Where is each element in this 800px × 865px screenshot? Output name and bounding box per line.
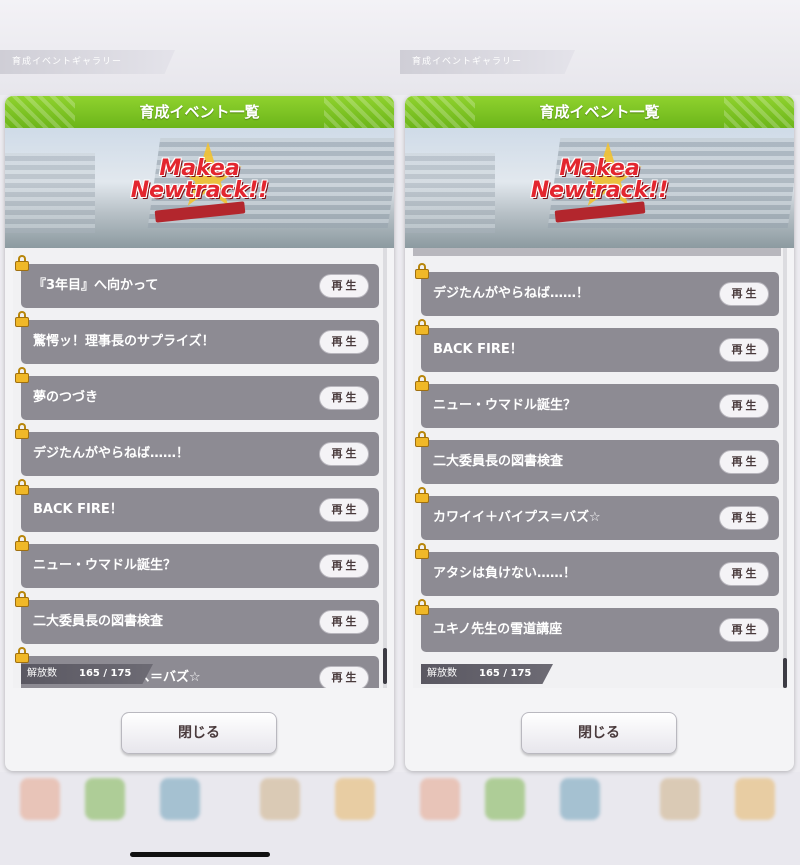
play-button[interactable]: 再生 — [319, 386, 369, 410]
menu-icon-8[interactable] — [560, 778, 600, 820]
event-title: 夢のつづき — [33, 390, 99, 405]
menu-icon-6[interactable] — [420, 778, 460, 820]
event-title: ニュー・ウマドル誕生？ — [433, 398, 577, 413]
lock-icon — [415, 487, 429, 503]
scroll-thumb[interactable] — [783, 658, 787, 688]
unlock-count: 165 / 175 — [79, 668, 132, 679]
lock-icon — [15, 311, 29, 327]
scenario-banner: Makea Newtrack!! — [5, 128, 394, 248]
unlock-count-badge: 解放数 165 / 175 — [21, 664, 153, 684]
event-title: BACK FIRE！ — [433, 342, 523, 357]
play-button[interactable]: 再生 — [719, 394, 769, 418]
lock-icon — [415, 599, 429, 615]
event-title: 二大委員長の図書検査 — [433, 454, 564, 469]
home-indicator — [130, 852, 270, 857]
event-title: カワイイ＋バイプス＝バズ☆ — [433, 510, 601, 525]
play-button[interactable]: 再生 — [319, 554, 369, 578]
list-divider — [413, 248, 781, 256]
event-list-panel-right: 育成イベント一覧 Makea Newtrack!! デジたんがやらねば……！ 再… — [405, 96, 794, 771]
lock-icon — [15, 535, 29, 551]
event-title: 『3年目』へ向かって — [33, 278, 159, 293]
close-button[interactable]: 閉じる — [121, 712, 277, 754]
menu-icon-5[interactable] — [335, 778, 375, 820]
breadcrumb-right: 育成イベントギャラリー — [400, 50, 575, 74]
list-item: BACK FIRE！ 再生 — [15, 479, 379, 532]
list-item: 驚愕ッ！理事長のサプライズ！ 再生 — [15, 311, 379, 364]
menu-icon-7[interactable] — [485, 778, 525, 820]
lock-icon — [15, 423, 29, 439]
list-item: 二大委員長の図書検査 再生 — [415, 431, 779, 484]
menu-icon-10[interactable] — [735, 778, 775, 820]
panel-header: 育成イベント一覧 — [405, 96, 794, 128]
list-item: ニュー・ウマドル誕生？ 再生 — [15, 535, 379, 588]
lock-icon — [15, 479, 29, 495]
event-title: 二大委員長の図書検査 — [33, 614, 164, 629]
list-scrollbar[interactable] — [783, 248, 787, 688]
breadcrumb-left: 育成イベントギャラリー — [0, 50, 175, 74]
play-button[interactable]: 再生 — [719, 506, 769, 530]
lock-icon — [15, 367, 29, 383]
list-item: ユキノ先生の雪道講座 再生 — [415, 599, 779, 652]
play-button[interactable]: 再生 — [319, 274, 369, 298]
list-item: 『3年目』へ向かって 再生 — [15, 255, 379, 308]
logo-ribbon — [554, 201, 645, 223]
lock-icon — [15, 591, 29, 607]
event-title: BACK FIRE！ — [33, 502, 123, 517]
menu-icon-2[interactable] — [85, 778, 125, 820]
event-list-panel-left: 育成イベント一覧 Makea Newtrack!! 『3年目』へ向かって 再生 … — [5, 96, 394, 771]
play-button[interactable]: 再生 — [319, 498, 369, 522]
list-item: カワイイ＋バイプス＝バズ☆ 再生 — [415, 487, 779, 540]
event-title: デジたんがやらねば……！ — [433, 286, 590, 301]
list-item: 二大委員長の図書検査 再生 — [15, 591, 379, 644]
unlock-count-badge: 解放数 165 / 175 — [421, 664, 553, 684]
list-item: 夢のつづき 再生 — [15, 367, 379, 420]
list-scrollbar[interactable] — [383, 248, 387, 688]
lock-icon — [415, 375, 429, 391]
list-item: デジたんがやらねば……！ 再生 — [15, 423, 379, 476]
event-title: 驚愕ッ！理事長のサプライズ！ — [33, 334, 215, 349]
unlock-label: 解放数 — [27, 668, 57, 679]
play-button[interactable]: 再生 — [319, 442, 369, 466]
lock-icon — [415, 431, 429, 447]
lock-icon — [415, 263, 429, 279]
lock-icon — [415, 543, 429, 559]
play-button[interactable]: 再生 — [719, 282, 769, 306]
list-item: ニュー・ウマドル誕生？ 再生 — [415, 375, 779, 428]
background-top — [0, 0, 800, 95]
event-title: ニュー・ウマドル誕生？ — [33, 558, 177, 573]
unlock-label: 解放数 — [427, 668, 457, 679]
menu-icon-3[interactable] — [160, 778, 200, 820]
event-title: ユキノ先生の雪道講座 — [433, 622, 563, 637]
menu-icon-4[interactable] — [260, 778, 300, 820]
list-item: BACK FIRE！ 再生 — [415, 319, 779, 372]
menu-icon-9[interactable] — [660, 778, 700, 820]
event-list[interactable]: デジたんがやらねば……！ 再生 BACK FIRE！ 再生 ニュー・ウマドル誕生… — [413, 248, 787, 688]
panel-title: 育成イベント一覧 — [539, 103, 660, 121]
play-button[interactable]: 再生 — [719, 338, 769, 362]
event-title: デジたんがやらねば……！ — [33, 446, 190, 461]
play-button[interactable]: 再生 — [319, 610, 369, 634]
logo-ribbon — [154, 201, 245, 223]
scenario-logo: Makea Newtrack!! — [527, 142, 672, 228]
panel-header: 育成イベント一覧 — [5, 96, 394, 128]
panel-title: 育成イベント一覧 — [139, 103, 260, 121]
close-button[interactable]: 閉じる — [521, 712, 677, 754]
menu-icon-1[interactable] — [20, 778, 60, 820]
play-button[interactable]: 再生 — [719, 450, 769, 474]
list-item: アタシは負けない……！ 再生 — [415, 543, 779, 596]
scenario-banner: Makea Newtrack!! — [405, 128, 794, 248]
lock-icon — [415, 319, 429, 335]
play-button[interactable]: 再生 — [719, 618, 769, 642]
play-button[interactable]: 再生 — [719, 562, 769, 586]
play-button[interactable]: 再生 — [319, 330, 369, 354]
scroll-thumb[interactable] — [383, 648, 387, 684]
play-button[interactable]: 再生 — [319, 666, 369, 688]
list-item: デジたんがやらねば……！ 再生 — [415, 263, 779, 316]
event-title: アタシは負けない……！ — [433, 566, 577, 581]
unlock-count: 165 / 175 — [479, 668, 532, 679]
lock-icon — [15, 647, 29, 663]
scenario-logo: Makea Newtrack!! — [127, 142, 272, 228]
event-list[interactable]: 『3年目』へ向かって 再生 驚愕ッ！理事長のサプライズ！ 再生 夢のつづき 再生… — [13, 248, 387, 688]
lock-icon — [15, 255, 29, 271]
